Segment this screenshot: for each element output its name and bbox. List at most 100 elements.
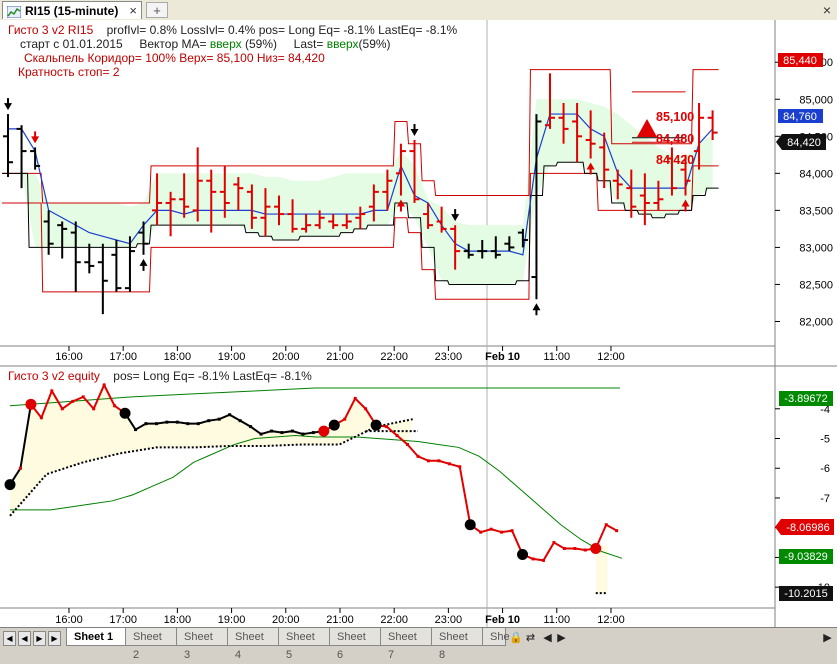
equity-marker bbox=[290, 429, 294, 433]
equity-marker bbox=[395, 434, 399, 438]
svg-text:84,760: 84,760 bbox=[783, 111, 817, 123]
equity-dot-black bbox=[370, 419, 382, 431]
strategy-name: Гисто 3 v2 RI15 bbox=[8, 23, 94, 37]
last-sheet-button[interactable]: ▶ bbox=[48, 631, 61, 646]
x-label: 12:00 bbox=[597, 351, 625, 363]
equity-marker bbox=[71, 399, 75, 403]
equity-marker bbox=[113, 404, 117, 408]
equity-marker bbox=[573, 547, 577, 551]
x-label: 23:00 bbox=[435, 351, 463, 363]
scroll-end-icon[interactable]: ▶ bbox=[821, 631, 834, 645]
sheet-tab[interactable]: Sheet 6 bbox=[329, 628, 381, 661]
equity-marker bbox=[562, 547, 566, 551]
price-axis-bg bbox=[775, 20, 837, 366]
equity-marker bbox=[196, 422, 200, 426]
x-label: 19:00 bbox=[218, 614, 246, 626]
equity-y-label: -6 bbox=[820, 463, 830, 475]
last-pct: (59%) bbox=[358, 37, 391, 51]
corridor-mid-label: 84,480 bbox=[656, 132, 694, 146]
price-y-label: 84,000 bbox=[799, 168, 833, 180]
x-label: 16:00 bbox=[55, 614, 83, 626]
next-sheet-button[interactable]: ▶ bbox=[33, 631, 46, 646]
equity-marker bbox=[280, 431, 284, 435]
sheet-tab[interactable]: She bbox=[482, 628, 510, 646]
equity-dot-black bbox=[4, 479, 16, 491]
x-label: 18:00 bbox=[164, 351, 192, 363]
equity-marker bbox=[228, 413, 232, 417]
x-label: 18:00 bbox=[164, 614, 192, 626]
window-tab-bar: RI15 (15-minute) × + × bbox=[0, 0, 837, 21]
equity-marker bbox=[134, 428, 138, 432]
equity-marker bbox=[249, 425, 253, 429]
new-tab-button[interactable]: + bbox=[146, 2, 168, 18]
equity-marker bbox=[270, 429, 273, 433]
x-label: 23:00 bbox=[435, 614, 463, 626]
price-tag-red: 85,440 bbox=[778, 53, 823, 67]
sheet-tab[interactable]: Sheet 2 bbox=[125, 628, 177, 661]
svg-text:84,420: 84,420 bbox=[787, 137, 821, 149]
equity-marker bbox=[437, 459, 441, 463]
price-tag-black: 84,420 bbox=[776, 134, 826, 150]
equity-marker bbox=[489, 527, 493, 531]
equity-info-line: Гисто 3 v2 equity pos= Long Eq= -8.1% La… bbox=[8, 369, 312, 383]
svg-text:85,440: 85,440 bbox=[783, 55, 817, 67]
equity-marker bbox=[604, 523, 608, 527]
equity-marker bbox=[615, 529, 619, 533]
svg-text:-10.2015: -10.2015 bbox=[784, 588, 827, 600]
sheet-tab[interactable]: Sheet 1 bbox=[66, 628, 126, 646]
chart-area[interactable]: 82,00082,50083,00083,50084,00084,50085,0… bbox=[0, 20, 837, 627]
sheet-tab[interactable]: Sheet 5 bbox=[278, 628, 330, 661]
equity-marker bbox=[301, 432, 305, 436]
equity-dot-black bbox=[328, 419, 340, 431]
equity-tag-red: -8.06986 bbox=[775, 519, 834, 535]
equity-marker bbox=[458, 465, 462, 469]
sheet-tab[interactable]: Sheet 3 bbox=[176, 628, 228, 661]
equity-marker bbox=[583, 548, 587, 552]
equity-marker bbox=[405, 442, 409, 446]
lock-icon[interactable]: 🔒 bbox=[509, 631, 523, 645]
scroll-right-icon[interactable]: ▶ bbox=[555, 631, 568, 645]
x-label: 21:00 bbox=[326, 351, 354, 363]
x-label: 22:00 bbox=[380, 351, 408, 363]
x-label: 20:00 bbox=[272, 351, 300, 363]
x-label: 17:00 bbox=[109, 614, 137, 626]
info-line-3: Скальпель Коридор= 100% Верх= 85,100 Низ… bbox=[24, 51, 325, 65]
equity-tag-green: -9.03829 bbox=[779, 549, 833, 564]
chart-window: RI15 (15-minute) × + × 82,000 82,500 83,00… bbox=[0, 0, 837, 661]
equity-marker bbox=[259, 432, 263, 436]
equity-y-label: -5 bbox=[820, 434, 830, 446]
last-label: Last= bbox=[293, 37, 324, 51]
x-label: 22:00 bbox=[380, 614, 408, 626]
svg-text:-8.06986: -8.06986 bbox=[786, 522, 829, 534]
close-window-icon[interactable]: × bbox=[823, 0, 831, 20]
sheet-tab-bar: ◀ ◀ ▶ ▶ Sheet 1 Sheet 2 Sheet 3 Sheet 4 Shee… bbox=[0, 627, 837, 661]
equity-marker bbox=[102, 383, 106, 387]
equity-dot-black bbox=[464, 519, 476, 531]
sync-icon[interactable]: ⇄ bbox=[524, 631, 537, 645]
equity-stats: pos= Long Eq= -8.1% LastEq= -8.1% bbox=[113, 369, 312, 383]
x-label: 11:00 bbox=[543, 614, 570, 626]
x-label: 17:00 bbox=[109, 351, 137, 363]
sheet-tab[interactable]: Sheet 8 bbox=[431, 628, 483, 661]
equity-marker bbox=[426, 459, 430, 463]
vector-ma-value: вверх bbox=[209, 37, 242, 51]
corridor-upper-label: 85,100 bbox=[656, 110, 694, 124]
equity-dot-red bbox=[590, 543, 602, 555]
equity-marker bbox=[447, 462, 451, 466]
sheet-tab[interactable]: Sheet 7 bbox=[380, 628, 432, 661]
close-tab-icon[interactable]: × bbox=[129, 2, 137, 20]
prev-sheet-button[interactable]: ◀ bbox=[18, 631, 31, 646]
first-sheet-button[interactable]: ◀ bbox=[3, 631, 16, 646]
x-label: Feb 10 bbox=[485, 614, 520, 626]
x-label: 11:00 bbox=[543, 351, 570, 363]
x-label: Feb 10 bbox=[485, 351, 520, 363]
svg-text:-3.89672: -3.89672 bbox=[784, 393, 827, 405]
chart-tab[interactable]: RI15 (15-minute) × bbox=[2, 1, 142, 19]
scroll-left-icon[interactable]: ◀ bbox=[541, 631, 554, 645]
sheet-tab[interactable]: Sheet 4 bbox=[227, 628, 279, 661]
equity-marker bbox=[531, 557, 535, 561]
equity-marker bbox=[510, 529, 514, 533]
x-label: 19:00 bbox=[218, 351, 246, 363]
equity-marker bbox=[238, 419, 242, 423]
x-label: 16:00 bbox=[55, 351, 83, 363]
